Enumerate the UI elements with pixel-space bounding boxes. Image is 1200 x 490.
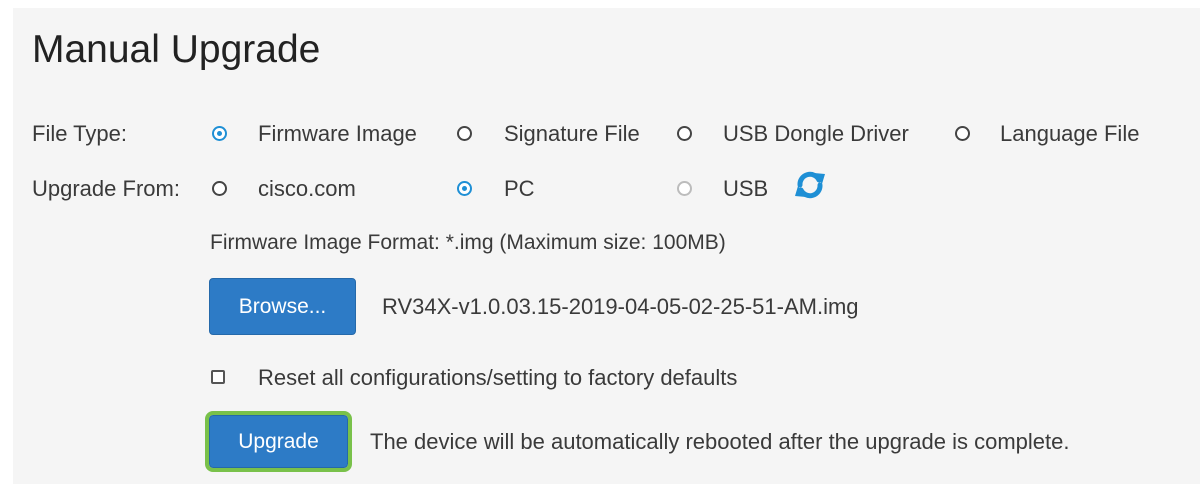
reset-factory-defaults-label: Reset all configurations/setting to fact… <box>258 365 738 390</box>
firmware-format-note: Firmware Image Format: *.img (Maximum si… <box>210 231 726 254</box>
upgrade-reboot-note: The device will be automatically reboote… <box>370 429 1070 454</box>
reset-factory-defaults-checkbox[interactable] <box>211 370 225 384</box>
upgrade-button[interactable]: Upgrade <box>205 411 352 472</box>
radio-firmware-image[interactable] <box>212 126 227 141</box>
option-usb-label: USB <box>723 176 769 201</box>
radio-language-file[interactable] <box>955 126 970 141</box>
radio-usb-dongle-driver[interactable] <box>677 126 692 141</box>
option-language-file-label: Language File <box>1000 121 1140 146</box>
option-usb-dongle-driver-label: USB Dongle Driver <box>723 121 909 146</box>
option-signature-file-label: Signature File <box>504 121 640 146</box>
radio-signature-file[interactable] <box>457 126 472 141</box>
upgrade-from-label: Upgrade From: <box>32 176 180 201</box>
radio-pc[interactable] <box>457 181 472 196</box>
file-type-label: File Type: <box>32 121 127 146</box>
refresh-icon[interactable] <box>793 170 827 200</box>
option-pc-label: PC <box>504 176 535 201</box>
option-firmware-image-label: Firmware Image <box>258 121 417 146</box>
selected-file-name: RV34X-v1.0.03.15-2019-04-05-02-25-51-AM.… <box>382 294 859 319</box>
page-title: Manual Upgrade <box>32 28 321 71</box>
radio-cisco-com[interactable] <box>212 181 227 196</box>
radio-usb <box>677 181 692 196</box>
option-cisco-com-label: cisco.com <box>258 176 356 201</box>
browse-button[interactable]: Browse... <box>209 278 356 335</box>
